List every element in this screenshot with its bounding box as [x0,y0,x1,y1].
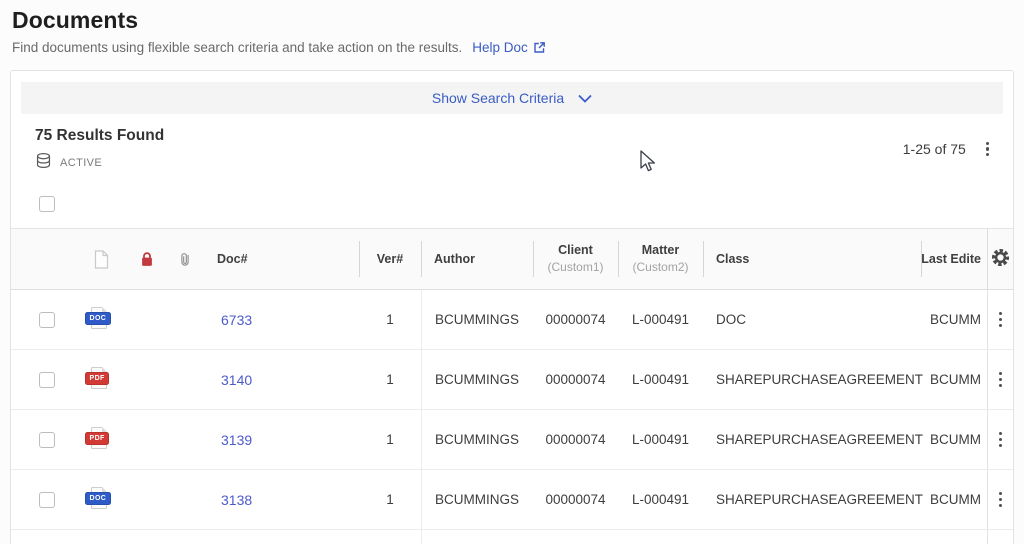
external-link-icon [533,41,546,54]
author-cell: BCUMMINGS [421,290,533,349]
author-cell: BCUMMINGS [421,350,533,409]
table-row: PDF 3140 1 BCUMMINGS 00000074 L-000491 S… [11,350,1013,410]
table-row: PDF 3139 1 BCUMMINGS 00000074 L-000491 S… [11,410,1013,470]
results-count: 75 Results Found [35,127,164,145]
file-type-icon: DOC [85,486,111,513]
doc-number-link[interactable]: 3139 [221,432,252,448]
file-type-icon: PDF [85,426,111,453]
table-row: DOC 3138 1 BCUMMINGS 00000074 L-000491 S… [11,470,1013,530]
lock-column-icon [131,229,163,289]
file-type-icon: PDF [85,366,111,393]
attachment-cell [163,410,207,469]
matter-cell: L-000491 [618,410,703,469]
client-cell: 00000074 [533,290,618,349]
client-cell: 00000074 [533,410,618,469]
version-cell: 1 [359,470,421,529]
file-type-badge: DOC [85,312,111,325]
last-edited-cell: BCUMM [921,350,987,409]
results-scope: ACTIVE [35,152,164,174]
last-edited-cell: BCUMM [921,290,987,349]
show-search-criteria-label: Show Search Criteria [432,90,564,106]
client-header-label: Client [558,242,593,259]
doc-number-link[interactable]: 6733 [221,312,252,328]
results-left: 75 Results Found ACTIVE [35,127,164,184]
column-settings-gear-button[interactable] [989,246,1012,272]
table-header: Doc# Ver# Author Client (Custom1) Matter… [11,228,1013,290]
row-overflow-menu-button[interactable] [993,488,1008,511]
column-header-client[interactable]: Client (Custom1) [533,229,618,289]
matter-header-label: Matter [642,242,680,259]
version-cell: 1 [359,350,421,409]
matter-header-sublabel: (Custom2) [632,259,688,275]
file-type-icon: DOC [85,306,111,333]
results-summary: 75 Results Found ACTIVE 1-25 of 75 [11,114,1013,184]
matter-cell: L-000491 [618,350,703,409]
lock-cell [131,470,163,529]
column-header-class[interactable]: Class [703,229,921,289]
class-cell: SHAREPURCHASEAGREEMENT [703,350,921,409]
row-checkbox[interactable] [39,432,55,448]
class-cell: DOC [703,290,921,349]
author-cell: BCUMMINGS [421,410,533,469]
column-settings-cell [987,229,1013,289]
chevron-down-icon [578,90,592,106]
attachment-cell [163,350,207,409]
page-header: Documents Find documents using flexible … [0,0,1024,55]
search-criteria-bar: Show Search Criteria [21,82,1003,114]
file-type-badge: DOC [85,492,111,505]
help-doc-link[interactable]: Help Doc [472,40,546,55]
table-row-partial [11,530,1013,544]
column-header-last-edited[interactable]: Last Edite [921,229,987,289]
lock-cell [131,350,163,409]
class-cell: SHAREPURCHASEAGREEMENT [703,410,921,469]
author-cell: BCUMMINGS [421,470,533,529]
client-cell: 00000074 [533,350,618,409]
row-checkbox[interactable] [39,312,55,328]
column-header-version[interactable]: Ver# [359,229,421,289]
page-subtitle: Find documents using flexible search cri… [12,40,462,55]
row-overflow-menu-button[interactable] [993,428,1008,451]
page-title: Documents [12,7,1024,34]
results-right: 1-25 of 75 [903,133,995,165]
last-edited-cell: BCUMM [921,470,987,529]
header-checkbox-spacer [11,229,71,289]
column-header-author[interactable]: Author [421,229,533,289]
doc-number-link[interactable]: 3140 [221,372,252,388]
client-cell: 00000074 [533,470,618,529]
lock-cell [131,410,163,469]
scope-label: ACTIVE [60,157,102,169]
pagination-range: 1-25 of 75 [903,141,966,157]
show-search-criteria-button[interactable]: Show Search Criteria [432,90,592,106]
version-cell: 1 [359,410,421,469]
file-type-column-icon [71,229,131,289]
documents-panel: Show Search Criteria 75 Results Found [10,70,1014,544]
attachment-column-icon [163,229,207,289]
doc-number-link[interactable]: 3138 [221,492,252,508]
version-cell: 1 [359,290,421,349]
row-overflow-menu-button[interactable] [993,308,1008,331]
matter-cell: L-000491 [618,290,703,349]
row-checkbox[interactable] [39,372,55,388]
gear-icon [991,248,1010,270]
column-header-doc-number[interactable]: Doc# [207,229,359,289]
class-cell: SHAREPURCHASEAGREEMENT [703,470,921,529]
client-header-sublabel: (Custom1) [547,259,603,275]
lock-cell [131,290,163,349]
matter-cell: L-000491 [618,470,703,529]
help-doc-link-label: Help Doc [472,40,528,55]
results-overflow-menu-button[interactable] [980,138,995,161]
file-type-badge: PDF [85,432,109,445]
attachment-cell [163,290,207,349]
select-all-row [11,184,1013,228]
file-type-badge: PDF [85,372,109,385]
database-icon [35,152,52,174]
last-edited-cell: BCUMM [921,410,987,469]
column-header-matter[interactable]: Matter (Custom2) [618,229,703,289]
table-row: DOC 6733 1 BCUMMINGS 00000074 L-000491 D… [11,290,1013,350]
page-subtitle-row: Find documents using flexible search cri… [12,40,1024,55]
select-all-checkbox[interactable] [39,196,55,212]
attachment-cell [163,470,207,529]
row-overflow-menu-button[interactable] [993,368,1008,391]
row-checkbox[interactable] [39,492,55,508]
